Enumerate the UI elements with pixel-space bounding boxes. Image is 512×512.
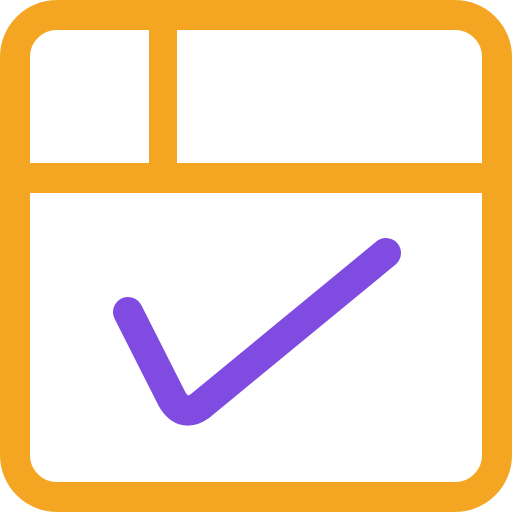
window-frame [0, 0, 512, 512]
check-mark [113, 238, 401, 426]
calendar-check-graphic [0, 0, 512, 512]
calendar-check-icon [0, 0, 512, 512]
